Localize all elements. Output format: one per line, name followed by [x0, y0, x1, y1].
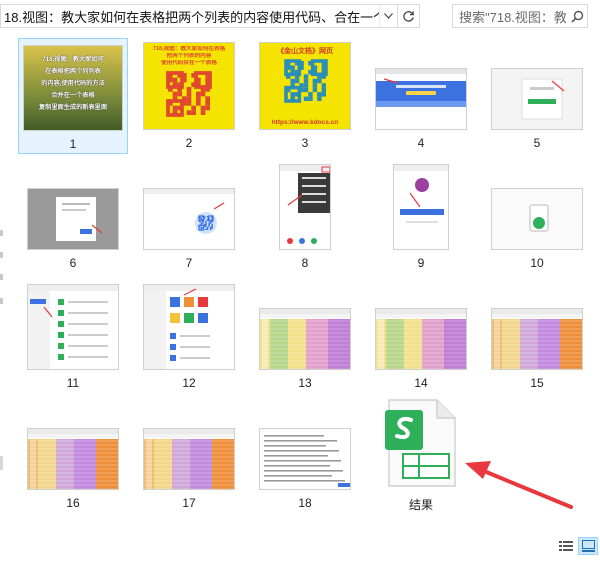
file-item-thumbnail[interactable]: 16	[18, 398, 128, 514]
file-name-label: 16	[66, 496, 80, 510]
thumbnail-caption-line: 的内容,使用代码的方法	[41, 80, 105, 87]
thumbnail-caption: 718,视图：教大家如何在表格 把两个列表的内容 使用代码合在一个表格	[144, 46, 234, 67]
file-name-label: 1	[69, 137, 77, 151]
image-thumbnail	[143, 188, 235, 250]
image-thumbnail	[279, 164, 331, 250]
image-thumbnail	[491, 308, 583, 370]
address-bar[interactable]: 18.视图：教大家如何在表格把两个列表的内容使用代码、合在一个...	[0, 4, 420, 28]
nav-pane-edge	[0, 274, 3, 280]
image-thumbnail: 718,视图：教大家如何在表格 把两个列表的内容 使用代码合在一个表格	[143, 42, 235, 130]
thumbnail-caption-line: 使用代码合在一个表格	[161, 60, 217, 66]
thumbnail-caption-line: 718,视图：教大家如何在表格	[152, 46, 226, 52]
file-item-thumbnail[interactable]: 8	[250, 158, 360, 274]
address-path[interactable]: 18.视图：教大家如何在表格把两个列表的内容使用代码、合在一个...	[1, 7, 379, 26]
thumbnail-title: 《金山文档》网页	[277, 48, 333, 55]
image-thumbnail: 718,视图：教大家如何 在表格把两个列列表 的内容,使用代码的方法 合并在一个表格复…	[23, 45, 123, 131]
thumbnail-url: https://www.kdocs.cn	[271, 119, 339, 126]
spreadsheet-file-icon	[381, 398, 461, 488]
image-thumbnail	[491, 188, 583, 250]
search-input[interactable]: 搜索"718.视图：教..."	[453, 7, 567, 26]
file-item-thumbnail[interactable]: 718,视图：教大家如何 在表格把两个列列表 的内容,使用代码的方法 合并在一个表格复…	[18, 38, 128, 154]
thumbnail-caption-line: 在表格把两个列列表	[45, 68, 101, 75]
file-item-thumbnail[interactable]: 15	[482, 278, 592, 394]
file-name-label: 6	[69, 256, 77, 270]
file-name-label: 11	[66, 376, 80, 390]
thumbnail-caption-line: 把两个列表的内容	[166, 53, 212, 59]
file-item-result[interactable]: 结果	[366, 398, 476, 514]
file-item-thumbnail[interactable]: 4	[366, 38, 476, 154]
file-name-label: 4	[417, 136, 425, 150]
image-thumbnail	[27, 284, 119, 370]
nav-pane-edge	[0, 252, 3, 258]
thumbnail-caption-line: 合并在一个表格	[51, 92, 95, 99]
file-name-label: 17	[182, 496, 196, 510]
file-name-label: 18	[298, 496, 312, 510]
file-item-thumbnail[interactable]: 10	[482, 158, 592, 274]
file-item-thumbnail[interactable]: 13	[250, 278, 360, 394]
file-item-thumbnail[interactable]: 5	[482, 38, 592, 154]
file-item-thumbnail[interactable]: 718,视图：教大家如何在表格 把两个列表的内容 使用代码合在一个表格 2	[134, 38, 244, 154]
image-thumbnail: 《金山文档》网页 https://www.kdocs.cn	[259, 42, 351, 130]
image-thumbnail	[143, 428, 235, 490]
search-box[interactable]: 搜索"718.视图：教..."	[452, 4, 588, 28]
file-item-thumbnail[interactable]: 7	[134, 158, 244, 274]
file-item-thumbnail[interactable]: 6	[18, 158, 128, 274]
search-icon[interactable]	[567, 10, 587, 23]
image-thumbnail	[27, 428, 119, 490]
image-thumbnail	[375, 68, 467, 130]
file-name-label: 3	[301, 136, 309, 150]
file-name-label: 8	[301, 256, 309, 270]
nav-pane-edge	[0, 298, 3, 304]
chevron-down-icon[interactable]	[379, 5, 397, 27]
thumbnail-caption-line: 复制里面生成的新表里面	[38, 104, 108, 111]
file-item-thumbnail[interactable]: 14	[366, 278, 476, 394]
file-item-thumbnail[interactable]: 18	[250, 398, 360, 514]
file-name-label: 15	[530, 376, 544, 390]
file-item-thumbnail[interactable]: 17	[134, 398, 244, 514]
image-thumbnail	[259, 308, 351, 370]
file-name-label: 13	[298, 376, 312, 390]
file-name-label: 2	[185, 136, 193, 150]
large-icons-view-icon[interactable]	[578, 537, 598, 555]
file-name-label: 结果	[408, 498, 433, 512]
image-thumbnail	[491, 68, 583, 130]
thumbnail-caption-line: 718,视图：教大家如何	[42, 56, 104, 63]
file-item-thumbnail[interactable]: 11	[18, 278, 128, 394]
nav-pane-edge	[0, 230, 3, 236]
nav-pane-edge	[0, 456, 3, 470]
thumbnail-caption: 718,视图：教大家如何 在表格把两个列列表 的内容,使用代码的方法 合并在一个表格复…	[24, 54, 122, 114]
file-item-thumbnail[interactable]: 12	[134, 278, 244, 394]
file-item-thumbnail[interactable]: 《金山文档》网页 https://www.kdocs.cn 3	[250, 38, 360, 154]
image-thumbnail	[27, 188, 119, 250]
image-thumbnail	[393, 164, 449, 250]
file-name-label: 10	[530, 256, 544, 270]
image-thumbnail	[259, 428, 351, 490]
file-name-label: 9	[417, 256, 425, 270]
details-view-icon[interactable]	[556, 537, 576, 555]
image-thumbnail	[375, 308, 467, 370]
file-name-label: 5	[533, 136, 541, 150]
refresh-icon[interactable]	[397, 5, 419, 27]
file-name-label: 14	[414, 376, 428, 390]
file-name-label: 7	[185, 256, 193, 270]
file-name-label: 12	[182, 376, 196, 390]
image-thumbnail	[143, 284, 235, 370]
file-item-thumbnail[interactable]: 9	[366, 158, 476, 274]
